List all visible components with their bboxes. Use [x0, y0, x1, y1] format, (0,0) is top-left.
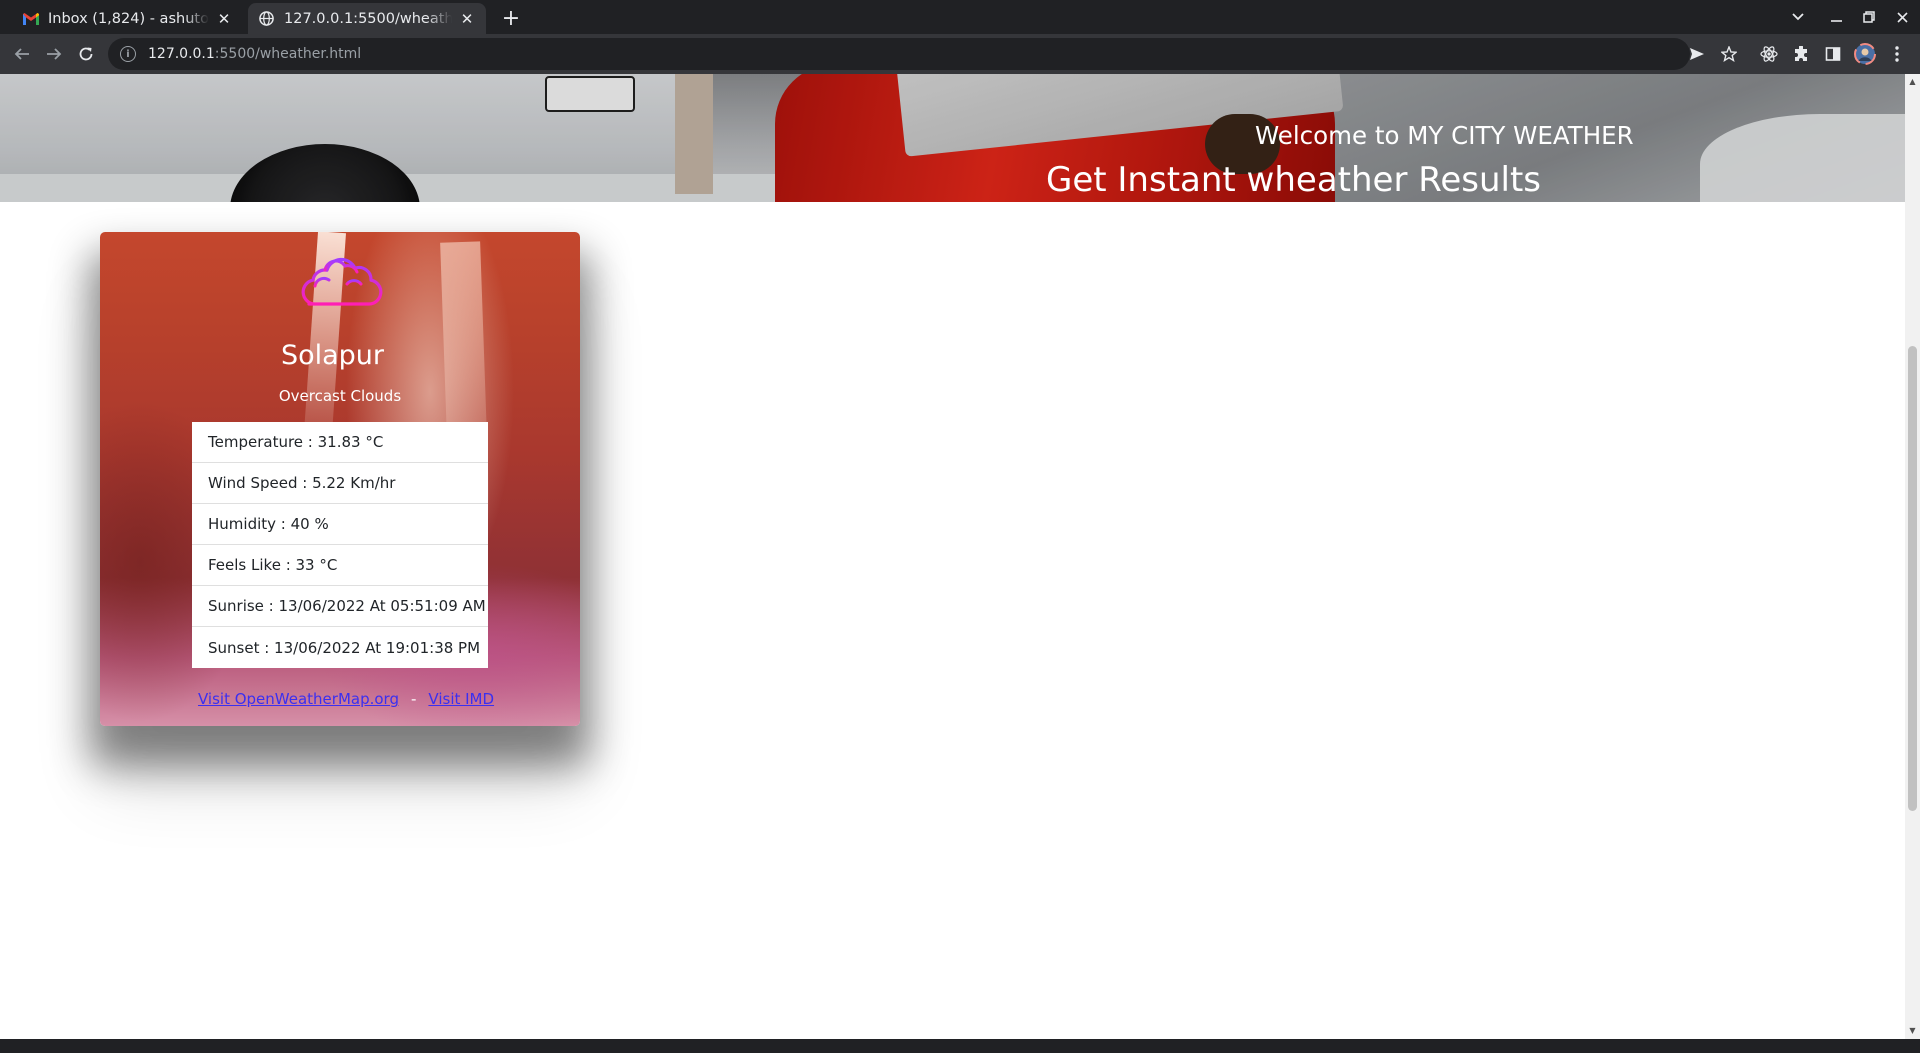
address-bar[interactable]: i 127.0.0.1:5500/wheather.html [108, 38, 1690, 70]
scroll-down-arrow-icon[interactable]: ▼ [1908, 1026, 1917, 1035]
restore-icon[interactable] [1855, 4, 1883, 30]
sunset-item: Sunset : 13/06/2022 At 19:01:38 PM [208, 638, 481, 657]
reload-icon[interactable] [72, 40, 100, 68]
hero-title: Get Instant wheather Results [1046, 160, 1542, 200]
weather-description: Overcast Clouds [278, 387, 402, 405]
openweathermap-link[interactable]: Visit OpenWeatherMap.org [198, 690, 399, 708]
tab-title: 127.0.0.1:5500/wheather.html [284, 10, 452, 27]
tab-strip: Inbox (1,824) - ashutosh.s ✕ 127.0.0.1:5… [0, 0, 1920, 34]
hero-banner: Welcome to MY CITY WEATHER Get Instant w… [0, 74, 1905, 202]
tab-title: Inbox (1,824) - ashutosh.s [48, 10, 209, 27]
link-separator: - [410, 690, 417, 708]
back-icon[interactable] [8, 40, 36, 68]
send-icon[interactable] [1683, 40, 1711, 68]
scroll-up-arrow-icon[interactable]: ▲ [1908, 77, 1917, 86]
forward-icon[interactable] [40, 40, 68, 68]
react-devtools-icon[interactable] [1755, 40, 1783, 68]
hero-welcome-text: Welcome to MY CITY WEATHER [1255, 121, 1634, 150]
minimize-icon[interactable] [1822, 4, 1850, 30]
page-viewport: Welcome to MY CITY WEATHER Get Instant w… [0, 74, 1905, 1039]
weather-details-list: Temperature : 31.83 °C Wind Speed : 5.22… [192, 422, 488, 668]
card-links: Visit OpenWeatherMap.org - Visit IMD [198, 690, 498, 708]
globe-icon [258, 10, 275, 27]
close-window-icon[interactable] [1888, 4, 1916, 30]
gmail-icon [22, 10, 39, 27]
cloud-icon [301, 257, 383, 306]
address-host: 127.0.0.1 [148, 46, 215, 62]
tab-gmail[interactable]: Inbox (1,824) - ashutosh.s ✕ [12, 3, 243, 34]
site-info-icon[interactable]: i [120, 46, 136, 62]
tab-weather[interactable]: 127.0.0.1:5500/wheather.html ✕ [248, 3, 486, 34]
temperature-item: Temperature : 31.83 °C [192, 422, 488, 463]
new-tab-button[interactable]: + [498, 5, 524, 31]
imd-link[interactable]: Visit IMD [428, 690, 494, 708]
tab-search-icon[interactable] [1784, 4, 1812, 30]
close-tab-icon[interactable]: ✕ [215, 10, 233, 28]
bookmark-star-icon[interactable] [1715, 40, 1743, 68]
side-panel-icon[interactable] [1819, 40, 1847, 68]
extensions-icon[interactable] [1787, 40, 1815, 68]
bottom-bar [0, 1039, 1920, 1053]
wind-speed-item: Wind Speed : 5.22 Km/hr [192, 463, 488, 504]
feels-like-item: Feels Like : 33 °C [192, 545, 488, 586]
browser-toolbar: i 127.0.0.1:5500/wheather.html [0, 34, 1920, 74]
vertical-scrollbar[interactable]: ▲ ▼ [1905, 74, 1920, 1039]
menu-kebab-icon[interactable] [1883, 40, 1911, 68]
close-tab-icon[interactable]: ✕ [458, 10, 476, 28]
city-name: Solapur [280, 340, 385, 371]
sunrise-item: Sunrise : 13/06/2022 At 05:51:09 AM [192, 586, 488, 627]
address-path: :5500/wheather.html [214, 46, 362, 62]
profile-avatar[interactable] [1851, 40, 1879, 68]
address-url: 127.0.0.1:5500/wheather.html [148, 46, 361, 62]
weather-card: Solapur Overcast Clouds Temperature : 31… [100, 232, 580, 726]
scrollbar-thumb[interactable] [1908, 346, 1917, 811]
humidity-item: Humidity : 40 % [192, 504, 488, 545]
